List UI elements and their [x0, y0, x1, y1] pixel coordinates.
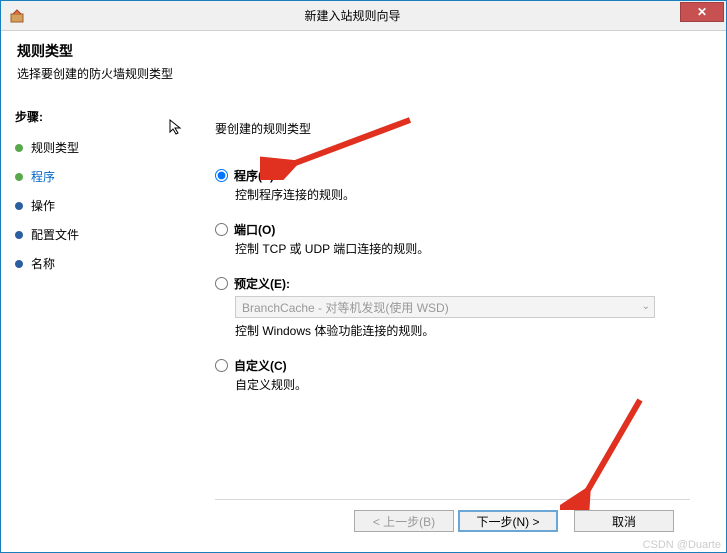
step-item[interactable]: 名称 [15, 251, 165, 276]
step-label: 规则类型 [31, 139, 79, 156]
close-icon: ✕ [697, 5, 707, 19]
step-bullet-icon [15, 260, 23, 268]
next-button[interactable]: 下一步(N) > [458, 510, 558, 532]
step-item[interactable]: 配置文件 [15, 222, 165, 247]
body: 步骤: 规则类型程序操作配置文件名称 要创建的规则类型 程序(P) 控制程序连接… [1, 100, 726, 552]
radio-option: 预定义(E): BranchCache - 对等机发现(使用 WSD)⌄ 控制 … [215, 275, 690, 339]
step-item[interactable]: 程序 [15, 164, 165, 189]
radio-label: 预定义(E): [234, 275, 290, 292]
page-subtitle: 选择要创建的防火墙规则类型 [17, 65, 710, 82]
step-bullet-icon [15, 231, 23, 239]
step-bullet-icon [15, 202, 23, 210]
radio-input[interactable] [215, 223, 228, 236]
radio-label: 端口(O) [234, 221, 275, 238]
radio-description: 控制 Windows 体验功能连接的规则。 [235, 322, 690, 339]
close-button[interactable]: ✕ [680, 2, 724, 22]
rule-type-group: 程序(P) 控制程序连接的规则。 端口(O) 控制 TCP 或 UDP 端口连接… [215, 167, 690, 411]
page-title: 规则类型 [17, 41, 710, 61]
steps-sidebar: 步骤: 规则类型程序操作配置文件名称 [1, 100, 179, 552]
back-button[interactable]: < 上一步(B) [354, 510, 454, 532]
radio-option: 程序(P) 控制程序连接的规则。 [215, 167, 690, 203]
radio-description: 控制程序连接的规则。 [235, 186, 690, 203]
step-item[interactable]: 操作 [15, 193, 165, 218]
chevron-down-icon: ⌄ [642, 301, 650, 312]
radio-input[interactable] [215, 359, 228, 372]
watermark: CSDN @Duarte [643, 539, 721, 551]
cancel-button[interactable]: 取消 [574, 510, 674, 532]
step-label: 名称 [31, 255, 55, 272]
radio-description: 控制 TCP 或 UDP 端口连接的规则。 [235, 240, 690, 257]
window-title: 新建入站规则向导 [25, 7, 680, 24]
radio-input[interactable] [215, 277, 228, 290]
step-bullet-icon [15, 144, 23, 152]
step-label: 程序 [31, 168, 55, 185]
footer: < 上一步(B) 下一步(N) > 取消 [215, 499, 690, 542]
titlebar[interactable]: 新建入站规则向导 ✕ [1, 1, 726, 31]
app-icon [9, 8, 25, 24]
radio-label: 自定义(C) [234, 357, 287, 374]
step-item[interactable]: 规则类型 [15, 135, 165, 160]
radio-input[interactable] [215, 169, 228, 182]
radio-option: 端口(O) 控制 TCP 或 UDP 端口连接的规则。 [215, 221, 690, 257]
radio-label: 程序(P) [234, 167, 274, 184]
main-panel: 要创建的规则类型 程序(P) 控制程序连接的规则。 端口(O) 控制 TCP 或… [179, 100, 726, 552]
radio-description: 自定义规则。 [235, 376, 690, 393]
header: 规则类型 选择要创建的防火墙规则类型 [1, 31, 726, 100]
step-label: 配置文件 [31, 226, 79, 243]
wizard-window: 新建入站规则向导 ✕ 规则类型 选择要创建的防火墙规则类型 步骤: 规则类型程序… [0, 0, 727, 553]
radio-option: 自定义(C) 自定义规则。 [215, 357, 690, 393]
steps-label: 步骤: [15, 108, 165, 125]
main-title: 要创建的规则类型 [215, 120, 690, 137]
step-label: 操作 [31, 197, 55, 214]
step-bullet-icon [15, 173, 23, 181]
predefined-combo[interactable]: BranchCache - 对等机发现(使用 WSD)⌄ [235, 296, 655, 318]
